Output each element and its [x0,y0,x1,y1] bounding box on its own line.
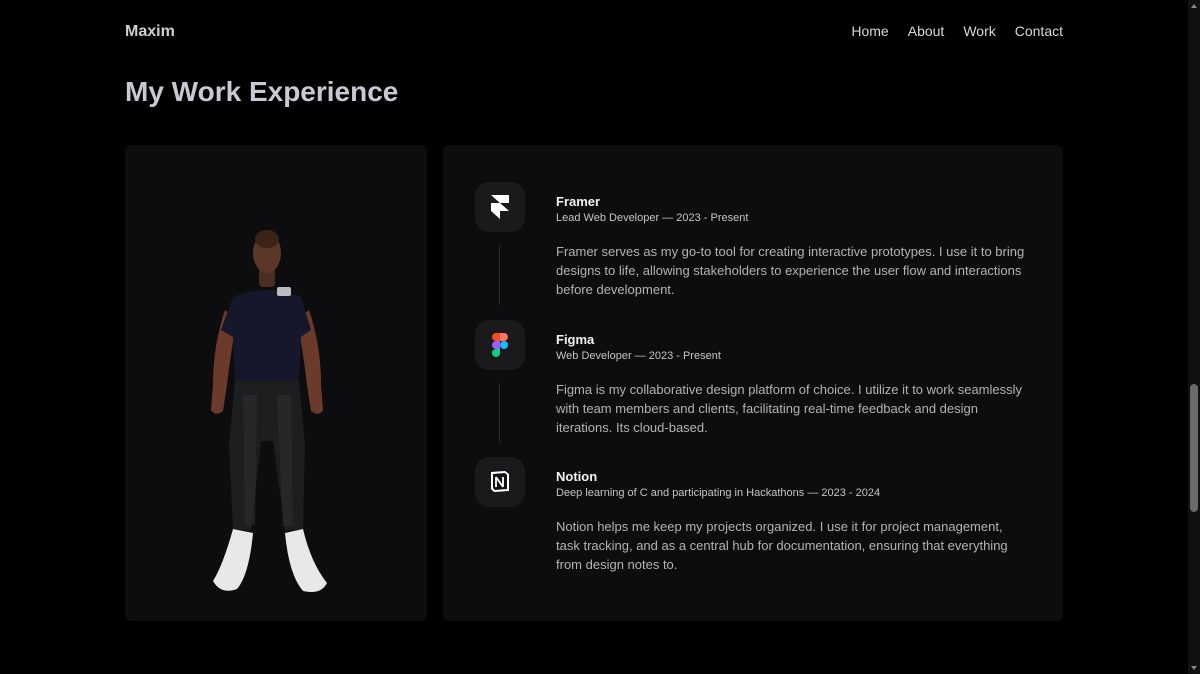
timeline-connector [499,245,500,305]
company-name: Notion [556,469,598,484]
nav-link-contact[interactable]: Contact [1015,23,1063,39]
nav-menu: Home About Work Contact [851,23,1063,39]
timeline-connector [499,383,500,443]
role-dates: Lead Web Developer — 2023 - Present [556,212,749,224]
nav-link-home[interactable]: Home [851,23,888,39]
experience-description: Figma is my collaborative design platfor… [556,382,1023,435]
experience-item-figma: Figma Web Developer — 2023 - Present Fig… [443,320,1063,450]
company-name: Framer [556,194,601,209]
avatar-3d-figure [211,230,327,592]
role-dates: Web Developer — 2023 - Present [556,350,721,362]
scroll-down-icon[interactable] [1191,666,1197,670]
experience-description: Framer serves as my go-to tool for creat… [556,244,1025,297]
figma-logo-tile [475,320,525,370]
brand-logo[interactable]: Maxim [125,23,175,41]
notion-logo-icon [491,471,509,492]
experience-item-notion: Notion Deep learning of C and participat… [443,457,1063,587]
shirt-logo-icon [277,287,291,296]
figma-logo-icon [492,333,508,357]
experience-item-framer: Framer Lead Web Developer — 2023 - Prese… [443,182,1063,312]
role-dates: Deep learning of C and participating in … [556,487,881,499]
top-navigation: Maxim Home About Work Contact [125,22,1063,42]
nav-link-work[interactable]: Work [963,23,995,39]
page-scrollbar[interactable] [1188,0,1200,674]
section-title: My Work Experience [125,76,399,107]
framer-logo-icon [491,195,509,219]
nav-link-about[interactable]: About [908,23,945,39]
scrollbar-thumb[interactable] [1190,384,1198,512]
scroll-up-icon[interactable] [1191,4,1197,8]
company-name: Figma [556,332,595,347]
experience-card: Framer Lead Web Developer — 2023 - Prese… [443,145,1063,621]
notion-logo-tile [475,457,525,507]
avatar-card [125,145,427,621]
experience-description: Notion helps me keep my projects organiz… [556,519,1008,572]
framer-logo-tile [475,182,525,232]
